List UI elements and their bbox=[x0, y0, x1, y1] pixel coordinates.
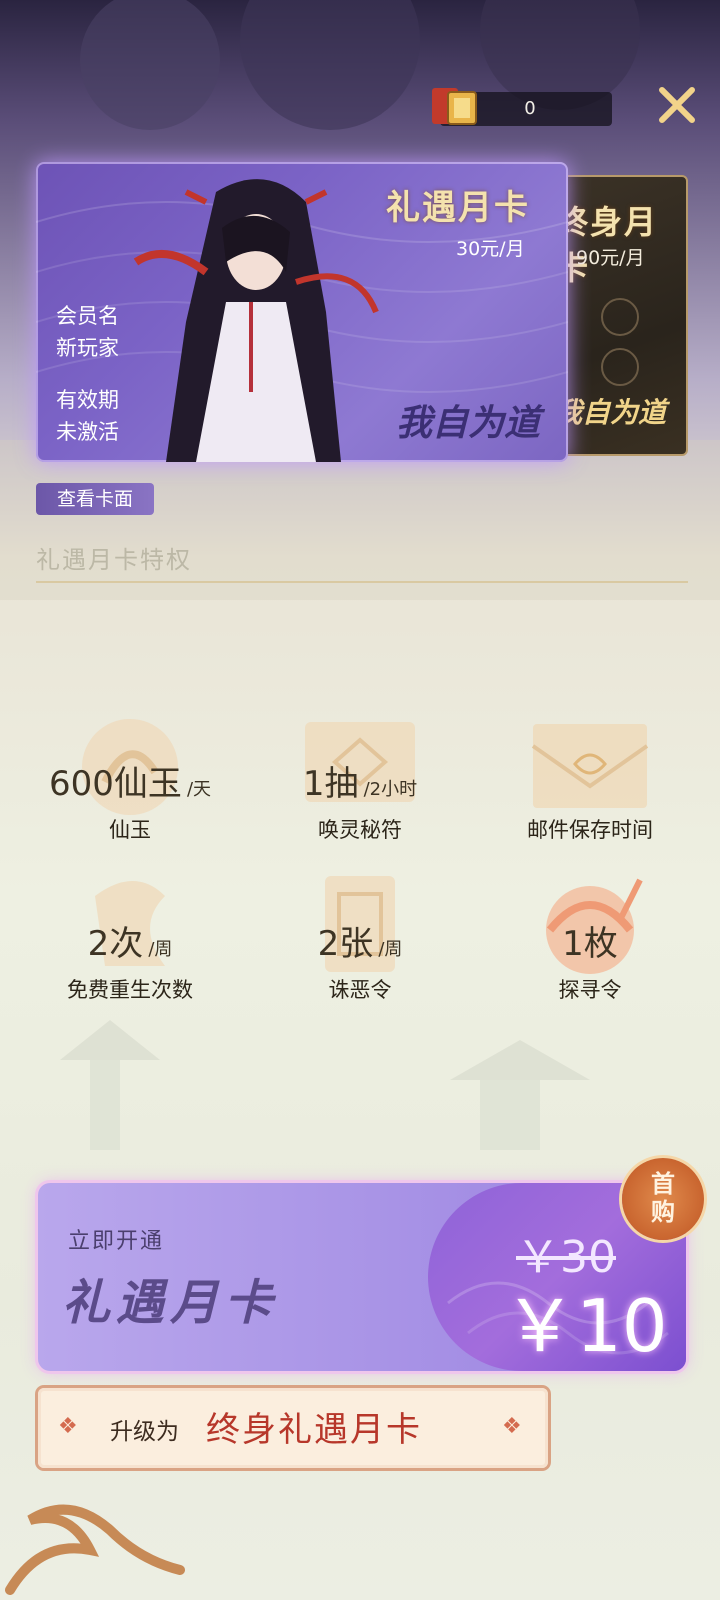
lifetime-card-logo: 我自为道 bbox=[554, 396, 667, 429]
purchase-title: 礼遇月卡 bbox=[62, 1275, 279, 1331]
member-name-value: 新玩家 bbox=[56, 336, 119, 360]
privilege-summon: 1抽 /2小时 唤灵秘符 bbox=[250, 716, 470, 866]
validity-value: 未激活 bbox=[56, 420, 119, 444]
privilege-name: 仙玉 bbox=[109, 818, 151, 842]
upgrade-highlight: 终身礼遇月卡 bbox=[206, 1410, 422, 1450]
currency-value: 0 bbox=[524, 98, 536, 119]
privilege-name: 诛恶令 bbox=[328, 978, 392, 1002]
privilege-mail: 邮件保存时间 bbox=[480, 716, 700, 866]
gift-monthly-card[interactable]: 礼遇月卡 30元/月 会员名 新玩家 有效期 未激活 我自为道 bbox=[36, 162, 568, 462]
member-name-label: 会员名 bbox=[56, 304, 119, 328]
monthly-card-title: 礼遇月卡 bbox=[386, 188, 530, 228]
lifetime-card-price: 90元/月 bbox=[576, 247, 645, 269]
privilege-value: 1抽 /2小时 bbox=[302, 764, 418, 804]
diamond-icon: ❖ bbox=[502, 1414, 522, 1439]
upgrade-prefix: 升级为 bbox=[110, 1419, 179, 1445]
validity-label: 有效期 bbox=[56, 388, 119, 412]
privilege-value: 1枚 bbox=[562, 924, 618, 964]
privilege-name: 邮件保存时间 bbox=[527, 818, 653, 842]
first-purchase-badge: 首购 bbox=[622, 1158, 704, 1240]
character-portrait bbox=[133, 179, 379, 462]
privilege-jade: 600仙玉 /天 仙玉 bbox=[20, 716, 240, 866]
upgrade-lifetime-button[interactable]: ❖ 升级为 终身礼遇月卡 ❖ bbox=[38, 1388, 548, 1468]
privilege-evil-order: 2张 /周 诛恶令 bbox=[250, 876, 470, 1026]
privilege-name: 免费重生次数 bbox=[67, 978, 193, 1002]
privilege-name: 探寻令 bbox=[558, 978, 622, 1002]
privilege-value: 600仙玉 /天 bbox=[48, 764, 212, 804]
ornament-icon bbox=[601, 298, 639, 386]
lifetime-card[interactable]: 终身月卡 90元/月 我自为道 bbox=[548, 175, 688, 456]
view-card-button[interactable]: 查看卡面 bbox=[36, 483, 154, 515]
privilege-name: 唤灵秘符 bbox=[318, 818, 402, 842]
close-icon[interactable] bbox=[656, 84, 698, 126]
privilege-revive: 2次 /周 免费重生次数 bbox=[20, 876, 240, 1026]
diamond-icon: ❖ bbox=[58, 1414, 78, 1439]
purchase-subtitle: 立即开通 bbox=[68, 1229, 165, 1254]
monthly-card-price: 30元/月 bbox=[456, 238, 525, 260]
section-divider bbox=[36, 581, 688, 583]
purchase-monthly-card-button[interactable]: 立即开通 礼遇月卡 ￥30 ￥10 bbox=[38, 1183, 686, 1371]
privilege-value: 2次 /周 bbox=[87, 924, 173, 964]
privilege-value: 2张 /周 bbox=[317, 924, 403, 964]
discount-price: ￥10 bbox=[504, 1284, 668, 1368]
cloud-ornament-icon bbox=[5, 1504, 185, 1595]
monthly-card-logo: 我自为道 bbox=[396, 402, 541, 444]
mail-envelope-icon bbox=[531, 724, 649, 808]
ticket-icon bbox=[432, 88, 477, 125]
privilege-explore: 1枚 探寻令 bbox=[480, 876, 700, 1026]
privileges-section-title: 礼遇月卡特权 bbox=[36, 546, 192, 574]
